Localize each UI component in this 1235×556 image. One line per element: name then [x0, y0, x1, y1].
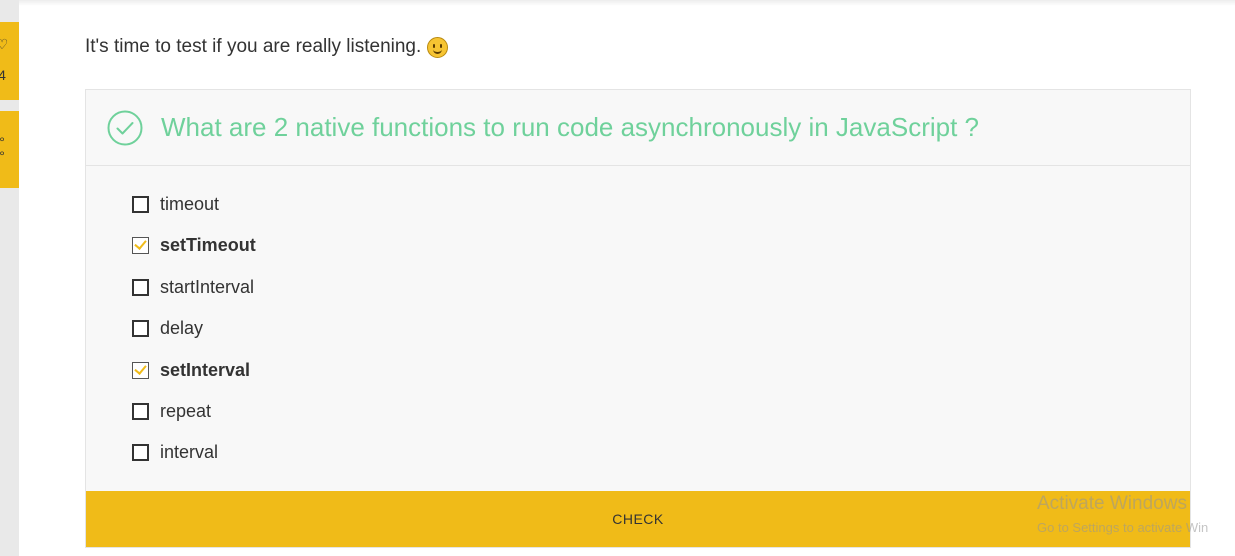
intro-text: It's time to test if you are really list…: [85, 36, 422, 57]
share-tab[interactable]: ° °: [0, 111, 19, 188]
top-bar-shadow: [0, 0, 1235, 6]
left-rail: ♡ 4 ° °: [0, 0, 19, 556]
option-label: startInterval: [160, 276, 255, 297]
checkbox[interactable]: [132, 278, 149, 296]
checkbox[interactable]: [132, 402, 149, 420]
check-circle-icon: [107, 110, 143, 146]
option-settimeout[interactable]: setTimeout: [132, 233, 256, 257]
option-label: setTimeout: [160, 234, 256, 255]
comments-count: 4: [0, 67, 6, 83]
option-label: delay: [160, 317, 204, 338]
option-setinterval[interactable]: setInterval: [132, 358, 250, 382]
option-timeout[interactable]: timeout: [132, 192, 219, 216]
checkbox[interactable]: [132, 443, 149, 461]
check-button[interactable]: CHECK: [86, 491, 1190, 547]
option-startinterval[interactable]: startInterval: [132, 275, 254, 299]
chat-bubble-icon: ♡: [0, 36, 9, 52]
intro-line: It's time to test if you are really list…: [85, 36, 449, 58]
option-label: timeout: [160, 193, 220, 214]
option-label: setInterval: [160, 359, 251, 380]
checkbox-checked[interactable]: [132, 361, 149, 379]
winking-smiley-icon: [427, 36, 449, 58]
quiz-header: What are 2 native functions to run code …: [86, 90, 1190, 166]
check-mark-icon: [134, 361, 147, 375]
share-icon-lower: °: [0, 148, 5, 164]
option-repeat[interactable]: repeat: [132, 399, 211, 423]
option-label: repeat: [160, 400, 212, 421]
quiz-question: What are 2 native functions to run code …: [161, 112, 979, 142]
lesson-page: ♡ 4 ° ° It's time to test if you are rea…: [0, 0, 1235, 556]
checkbox-checked[interactable]: [132, 236, 149, 254]
comments-tab[interactable]: ♡ 4: [0, 22, 19, 100]
checkbox[interactable]: [132, 195, 149, 213]
checkbox[interactable]: [132, 319, 149, 337]
option-delay[interactable]: delay: [132, 316, 203, 340]
quiz-card: What are 2 native functions to run code …: [85, 89, 1191, 548]
check-mark-icon: [134, 236, 147, 250]
option-interval[interactable]: interval: [132, 440, 218, 464]
option-label: interval: [160, 441, 219, 462]
